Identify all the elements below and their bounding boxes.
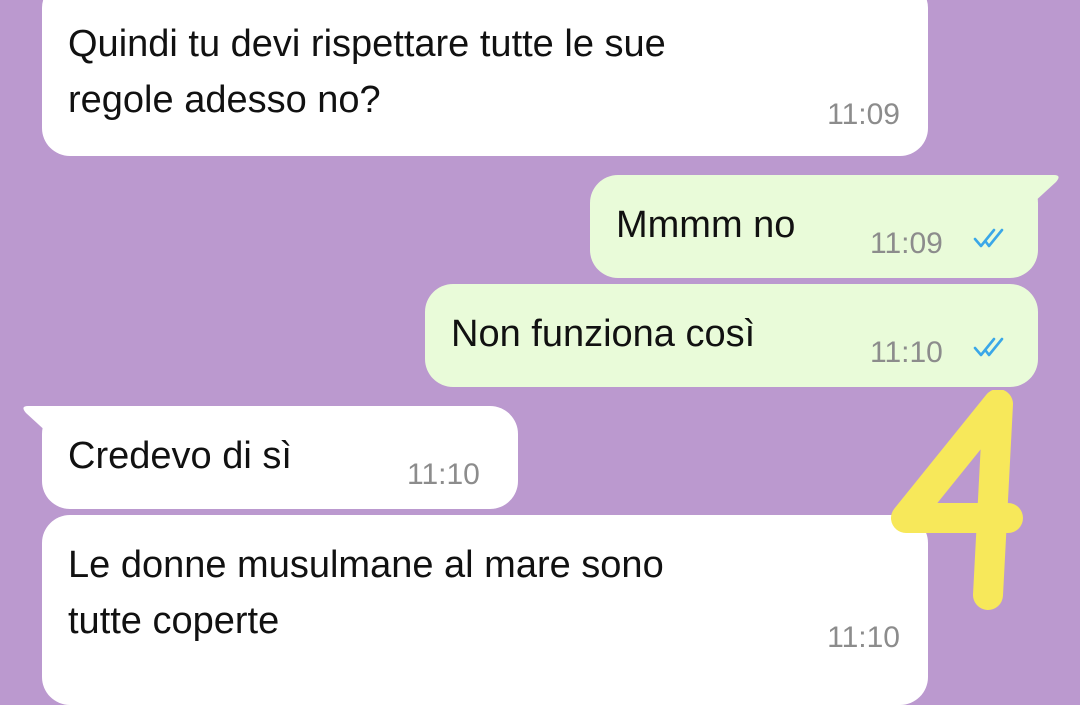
- message-timestamp: 11:09: [870, 227, 943, 260]
- message-timestamp: 11:10: [870, 336, 943, 369]
- message-bubble-outgoing[interactable]: Mmmm no 11:09: [590, 175, 1038, 278]
- double-check-read-icon: [973, 337, 1004, 357]
- message-text: Mmmm no: [616, 204, 796, 246]
- message-bubble-outgoing[interactable]: Non funziona così 11:10: [425, 284, 1038, 387]
- message-timestamp: 11:10: [827, 621, 900, 654]
- handwritten-four-annotation: [891, 390, 1023, 610]
- chat-conversation: Quindi tu devi rispettare tutte le sue r…: [0, 0, 1080, 705]
- message-text: Quindi tu devi rispettare tutte le sue r…: [68, 23, 666, 121]
- message-timestamp: 11:10: [407, 458, 480, 491]
- message-bubble-incoming[interactable]: Quindi tu devi rispettare tutte le sue r…: [42, 0, 928, 156]
- message-text: Le donne musulmane al mare sono tutte co…: [68, 544, 664, 642]
- double-check-read-icon: [973, 228, 1004, 248]
- message-text: Credevo di sì: [68, 435, 292, 477]
- message-bubble-incoming[interactable]: Credevo di sì 11:10: [42, 406, 518, 509]
- message-text: Non funziona così: [451, 313, 756, 355]
- message-bubble-incoming[interactable]: Le donne musulmane al mare sono tutte co…: [42, 515, 928, 705]
- message-timestamp: 11:09: [827, 98, 900, 131]
